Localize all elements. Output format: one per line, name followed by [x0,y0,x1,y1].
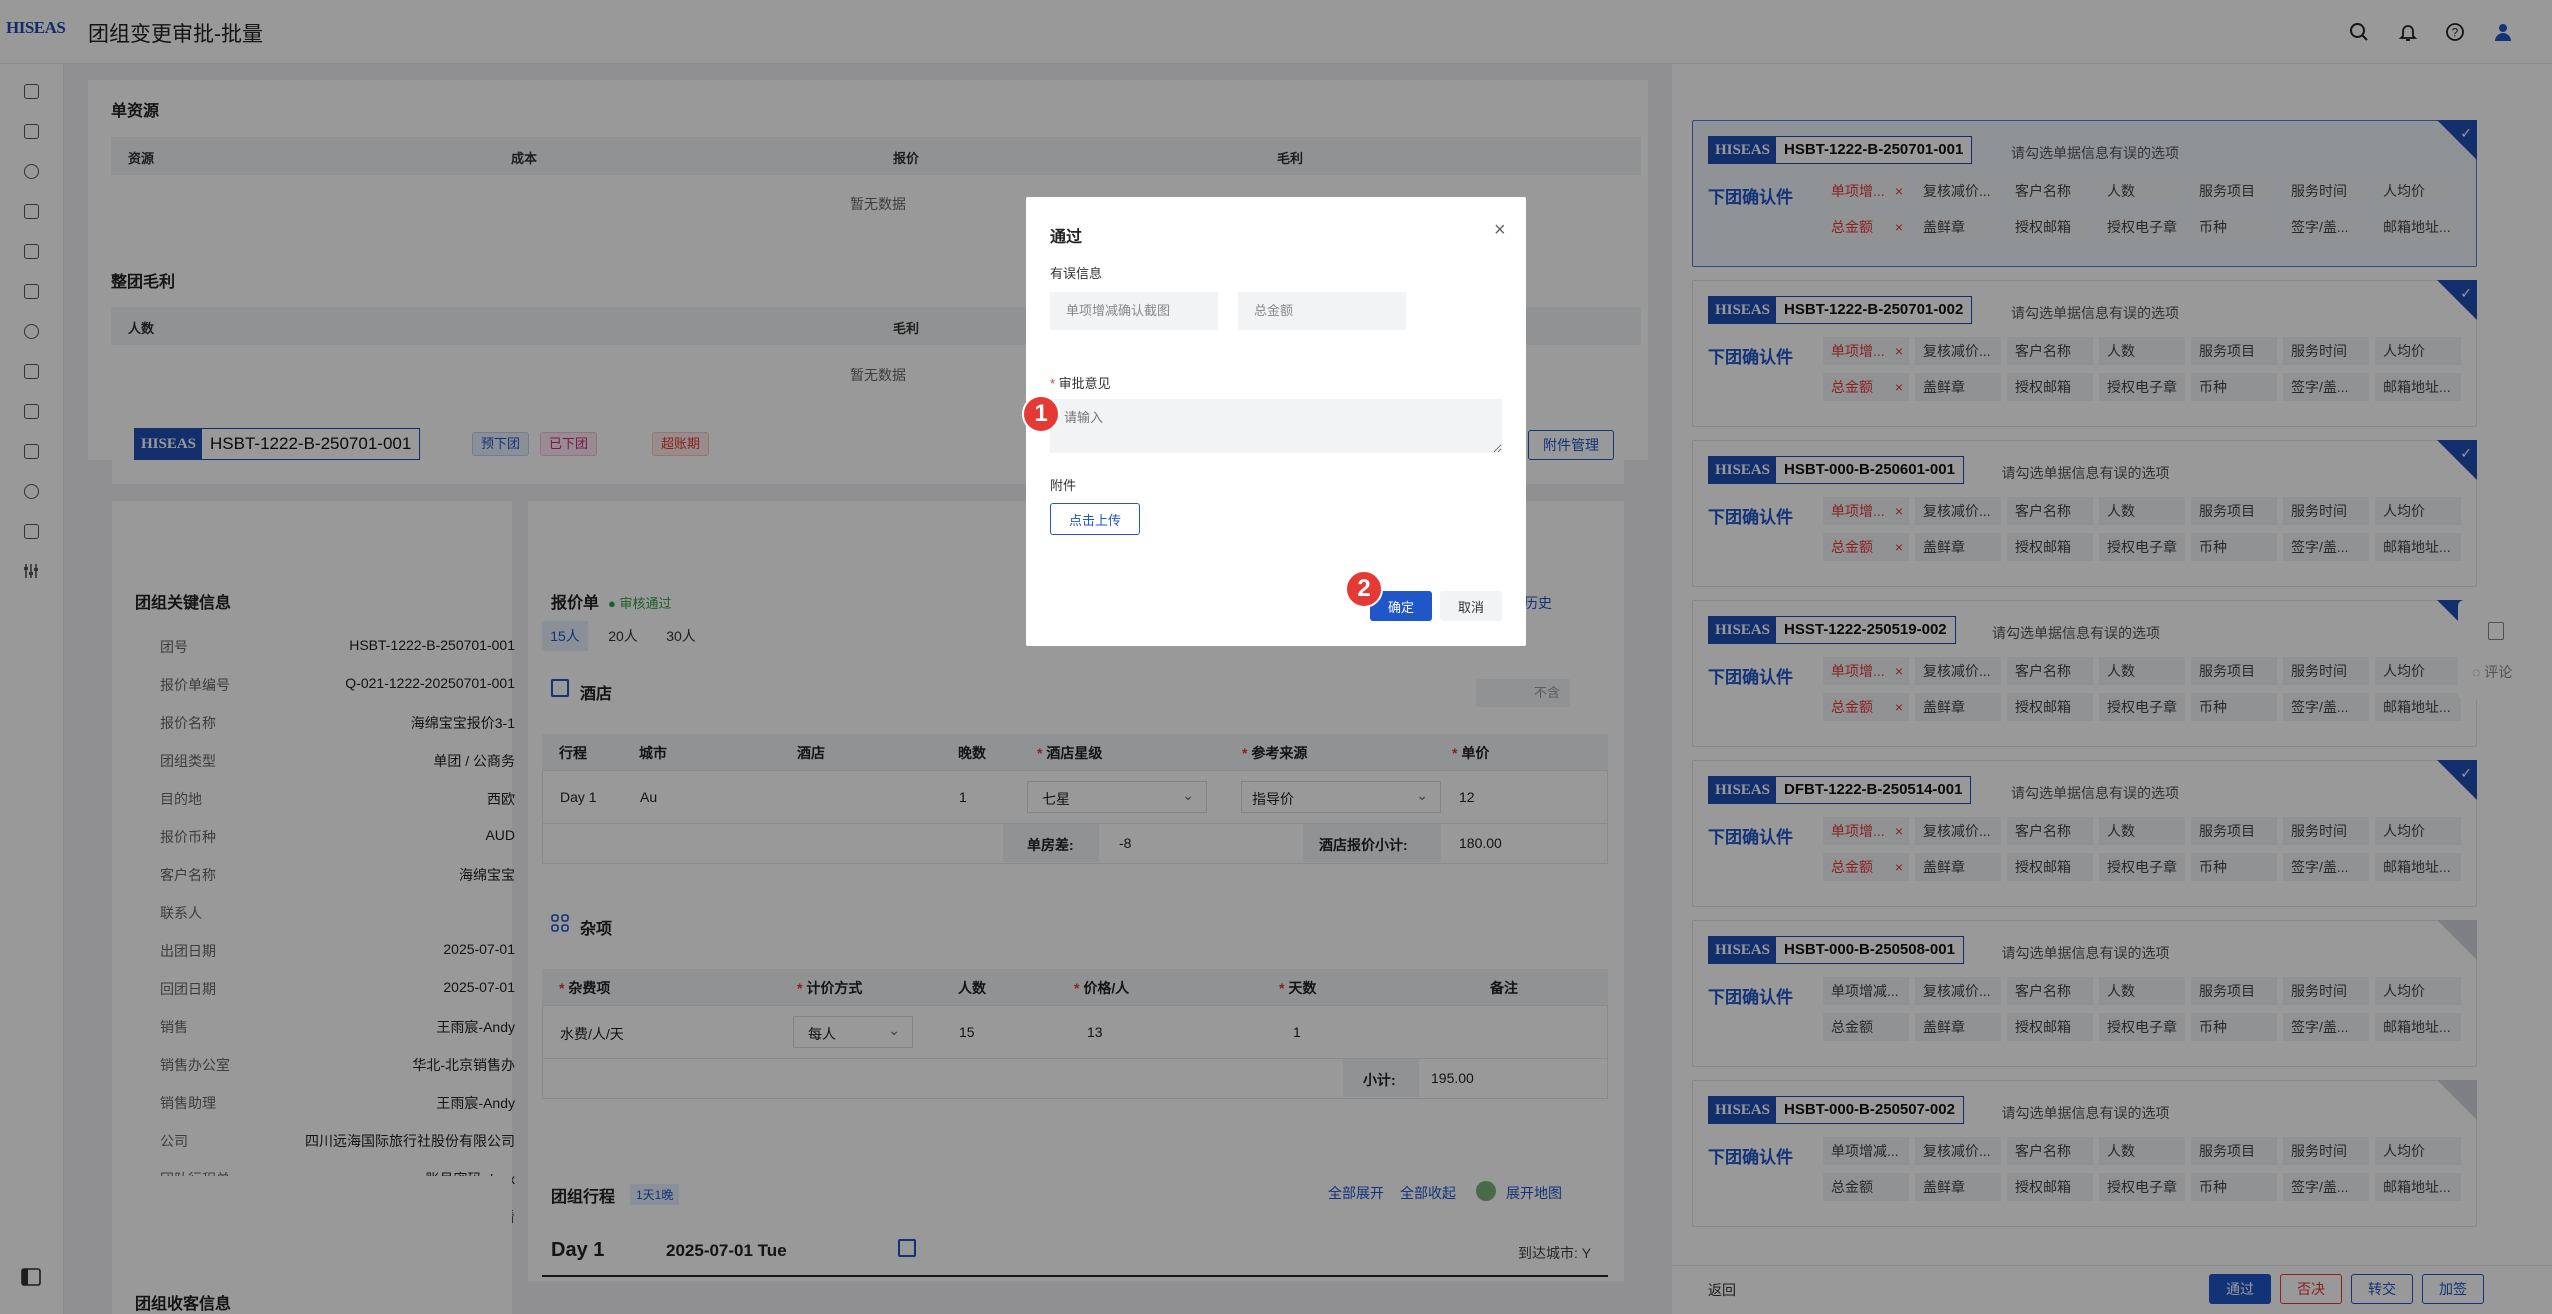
error-info-label: 有误信息 [1050,266,1103,281]
comment-label: * 审批意见 [1050,376,1111,391]
dialog-title: 通过 [1050,229,1083,246]
step-badge-2: 2 [1345,570,1383,608]
attachment-label: 附件 [1050,478,1077,493]
step-badge-1: 1 [1022,395,1060,433]
close-icon[interactable]: × [1494,219,1506,242]
approve-dialog: 通过 × 有误信息 单项增减确认截图 总金额 * 审批意见 附件 点击上传 确定… [1026,197,1526,646]
comment-textarea[interactable] [1050,399,1502,453]
error-tag: 单项增减确认截图 [1050,292,1218,330]
error-tag: 总金额 [1238,292,1406,330]
upload-button[interactable]: 点击上传 [1050,503,1140,535]
cancel-button[interactable]: 取消 [1440,591,1502,621]
